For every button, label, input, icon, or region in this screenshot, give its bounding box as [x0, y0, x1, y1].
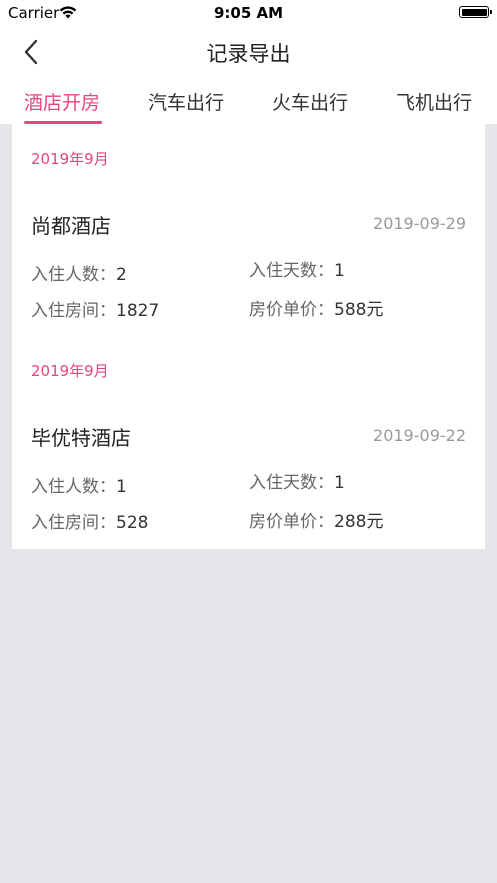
room-value: 1827 — [116, 301, 160, 321]
room-label: 入住房间： — [31, 513, 116, 533]
price-field: 房价单价：588元 — [249, 295, 383, 320]
status-bar: Carrier 9:05 AM — [0, 0, 497, 26]
guests-field: 入住人数：2 — [31, 260, 127, 285]
days-value: 1 — [334, 473, 345, 493]
days-field: 入住天数：1 — [249, 468, 345, 493]
month-header: 2019年9月 — [31, 150, 109, 168]
clock: 9:05 AM — [213, 4, 284, 22]
header: Carrier 9:05 AM 记录导出 酒店开房 汽车出行 火车出行 飞机出行 — [0, 0, 497, 124]
tab-train[interactable]: 火车出行 — [272, 88, 348, 115]
tab-flight[interactable]: 飞机出行 — [396, 88, 472, 115]
days-label: 入住天数： — [249, 261, 334, 281]
guests-label: 入住人数： — [31, 265, 116, 285]
records-card: 2019年9月 尚都酒店 2019-09-29 入住人数：2 入住天数：1 入住… — [12, 124, 485, 549]
price-label: 房价单价： — [249, 512, 334, 532]
nav-bar: 记录导出 — [0, 26, 497, 78]
tab-hotel[interactable]: 酒店开房 — [24, 88, 100, 115]
price-field: 房价单价：288元 — [249, 507, 383, 532]
price-label: 房价单价： — [249, 300, 334, 320]
page-title: 记录导出 — [206, 42, 291, 66]
record-date: 2019-09-22 — [373, 426, 466, 445]
month-header: 2019年9月 — [31, 362, 109, 380]
guests-value: 2 — [116, 265, 127, 285]
days-value: 1 — [334, 261, 345, 281]
guests-field: 入住人数：1 — [31, 472, 127, 497]
hotel-name: 毕优特酒店 — [31, 426, 131, 450]
room-value: 528 — [116, 513, 149, 533]
record-date: 2019-09-29 — [373, 214, 466, 233]
price-value: 588元 — [334, 300, 384, 320]
battery-icon — [459, 6, 492, 18]
hotel-name: 尚都酒店 — [31, 214, 111, 238]
tab-bar: 酒店开房 汽车出行 火车出行 飞机出行 — [0, 78, 497, 124]
guests-label: 入住人数： — [31, 477, 116, 497]
price-value: 288元 — [334, 512, 384, 532]
days-label: 入住天数： — [249, 473, 334, 493]
days-field: 入住天数：1 — [249, 256, 345, 281]
tab-bus[interactable]: 汽车出行 — [148, 88, 224, 115]
room-label: 入住房间： — [31, 301, 116, 321]
room-field: 入住房间：528 — [31, 508, 148, 533]
room-field: 入住房间：1827 — [31, 296, 159, 321]
guests-value: 1 — [116, 477, 127, 497]
